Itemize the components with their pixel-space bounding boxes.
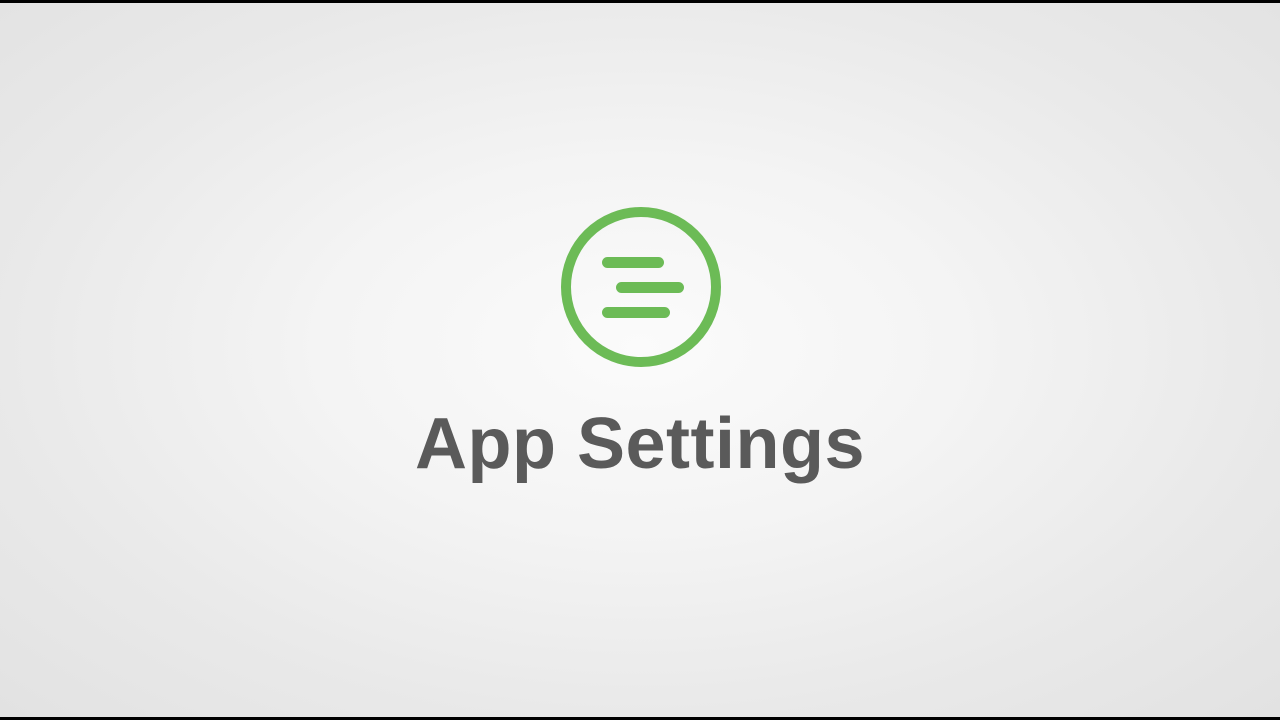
menu-lines-circle-icon bbox=[561, 207, 721, 367]
title-card: App Settings bbox=[0, 3, 1280, 717]
page-title: App Settings bbox=[415, 404, 865, 484]
